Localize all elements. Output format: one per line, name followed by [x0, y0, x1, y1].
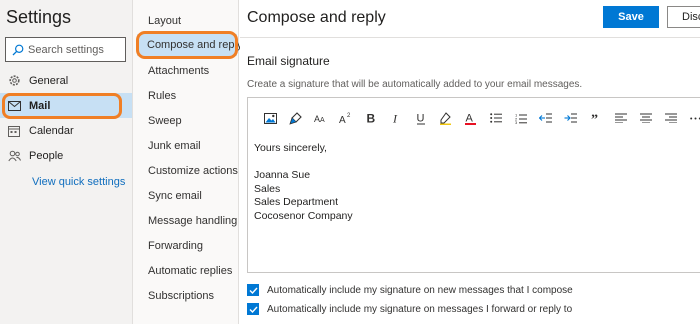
- nav-item-attachments[interactable]: Attachments: [148, 65, 209, 77]
- checkmark-icon: [249, 306, 258, 313]
- signature-line: Cocosenor Company: [254, 209, 353, 222]
- search-input[interactable]: [28, 43, 122, 56]
- mail-icon: [7, 99, 21, 113]
- svg-text:3: 3: [515, 120, 518, 124]
- page-title: Compose and reply: [247, 9, 386, 26]
- svg-text:A: A: [339, 115, 346, 124]
- align-right-icon[interactable]: [658, 106, 683, 130]
- signature-heading: Email signature: [247, 54, 330, 68]
- view-quick-settings-link[interactable]: View quick settings: [32, 176, 125, 188]
- nav-item-rules[interactable]: Rules: [148, 90, 176, 102]
- signature-line: Yours sincerely,: [254, 142, 327, 154]
- sidebar-item-label: People: [29, 149, 64, 162]
- format-painter-icon[interactable]: [283, 106, 308, 130]
- nav-item-compose-and-reply[interactable]: Compose and reply: [137, 34, 242, 56]
- highlight-icon[interactable]: [433, 106, 458, 130]
- nav-item-sync-email[interactable]: Sync email: [148, 190, 202, 202]
- signature-description: Create a signature that will be automati…: [247, 79, 583, 90]
- save-button[interactable]: Save: [603, 6, 659, 28]
- signature-line: Sales Department: [254, 196, 339, 208]
- italic-icon[interactable]: I: [383, 106, 408, 130]
- signature-line: Sales: [254, 182, 281, 195]
- nav-item-subscriptions[interactable]: Subscriptions: [148, 290, 214, 302]
- svg-text:I: I: [392, 112, 398, 124]
- underline-icon[interactable]: U: [408, 106, 433, 130]
- search-icon: [12, 44, 24, 55]
- svg-text:A: A: [466, 112, 474, 124]
- signature-line: [254, 156, 353, 170]
- include-signature-forward-checkbox[interactable]: [247, 303, 259, 315]
- sidebar-item-label: Mail: [29, 99, 51, 112]
- include-signature-forward-option[interactable]: Automatically include my signature on me…: [247, 303, 572, 315]
- nav-item-customize-actions[interactable]: Customize actions: [148, 165, 238, 177]
- bullets-icon[interactable]: [483, 106, 508, 130]
- insert-picture-icon[interactable]: [258, 106, 283, 130]
- sidebar-item-calendar[interactable]: Calendar: [0, 118, 132, 143]
- sidebar-item-mail[interactable]: Mail: [0, 93, 132, 118]
- nav-item-junk-email[interactable]: Junk email: [148, 140, 201, 152]
- superscript-icon[interactable]: A2: [333, 106, 358, 130]
- include-signature-forward-label: Automatically include my signature on me…: [267, 303, 573, 315]
- header-divider: [240, 37, 700, 38]
- font-size-icon[interactable]: AA: [308, 106, 333, 130]
- nav-item-label: Compose and reply: [147, 39, 243, 51]
- sidebar-item-label: Calendar: [29, 124, 74, 137]
- signature-text[interactable]: Yours sincerely, Joanna Sue Sales Sales …: [254, 142, 353, 223]
- svg-text:”: ”: [591, 114, 598, 122]
- settings-categories: General Mail Calendar People: [0, 68, 132, 168]
- gear-icon: [7, 74, 21, 88]
- numbering-icon[interactable]: 123: [508, 106, 533, 130]
- discard-button[interactable]: Discard: [667, 6, 700, 28]
- signature-line: Joanna Sue: [254, 169, 311, 181]
- nav-item-automatic-replies[interactable]: Automatic replies: [148, 265, 232, 277]
- svg-text:B: B: [366, 112, 375, 124]
- include-signature-new-label: Automatically include my signature on ne…: [267, 284, 573, 296]
- nav-item-layout[interactable]: Layout: [148, 15, 181, 27]
- search-box[interactable]: [5, 37, 126, 62]
- sidebar-item-general[interactable]: General: [0, 68, 132, 93]
- formatting-toolbar: AA A2 B I U A 123 ”: [258, 106, 700, 130]
- people-icon: [7, 149, 21, 163]
- more-options-icon[interactable]: [683, 106, 700, 130]
- decrease-indent-icon[interactable]: [533, 106, 558, 130]
- quote-icon[interactable]: ”: [583, 106, 608, 130]
- checkmark-icon: [249, 287, 258, 294]
- signature-editor[interactable]: AA A2 B I U A 123 ” Yours sincerely, Joa…: [247, 97, 700, 273]
- svg-text:U: U: [416, 112, 424, 124]
- svg-text:A: A: [320, 117, 325, 124]
- align-center-icon[interactable]: [633, 106, 658, 130]
- align-left-icon[interactable]: [608, 106, 633, 130]
- nav-item-sweep[interactable]: Sweep: [148, 115, 182, 127]
- svg-text:2: 2: [347, 113, 351, 119]
- bold-icon[interactable]: B: [358, 106, 383, 130]
- nav-item-message-handling[interactable]: Message handling: [148, 215, 237, 227]
- calendar-icon: [7, 124, 21, 138]
- nav-item-forwarding[interactable]: Forwarding: [148, 240, 203, 252]
- compose-reply-panel: Compose and reply Save Discard Email sig…: [240, 0, 700, 324]
- include-signature-new-option[interactable]: Automatically include my signature on ne…: [247, 284, 573, 296]
- settings-title: Settings: [6, 7, 72, 27]
- font-color-icon[interactable]: A: [458, 106, 483, 130]
- increase-indent-icon[interactable]: [558, 106, 583, 130]
- mail-subcategories: Layout Compose and reply Attachments Rul…: [133, 0, 242, 324]
- include-signature-new-checkbox[interactable]: [247, 284, 259, 296]
- sidebar-item-label: General: [29, 74, 69, 87]
- settings-sidebar: Settings General Mail Calendar: [0, 0, 133, 324]
- sidebar-item-people[interactable]: People: [0, 143, 132, 168]
